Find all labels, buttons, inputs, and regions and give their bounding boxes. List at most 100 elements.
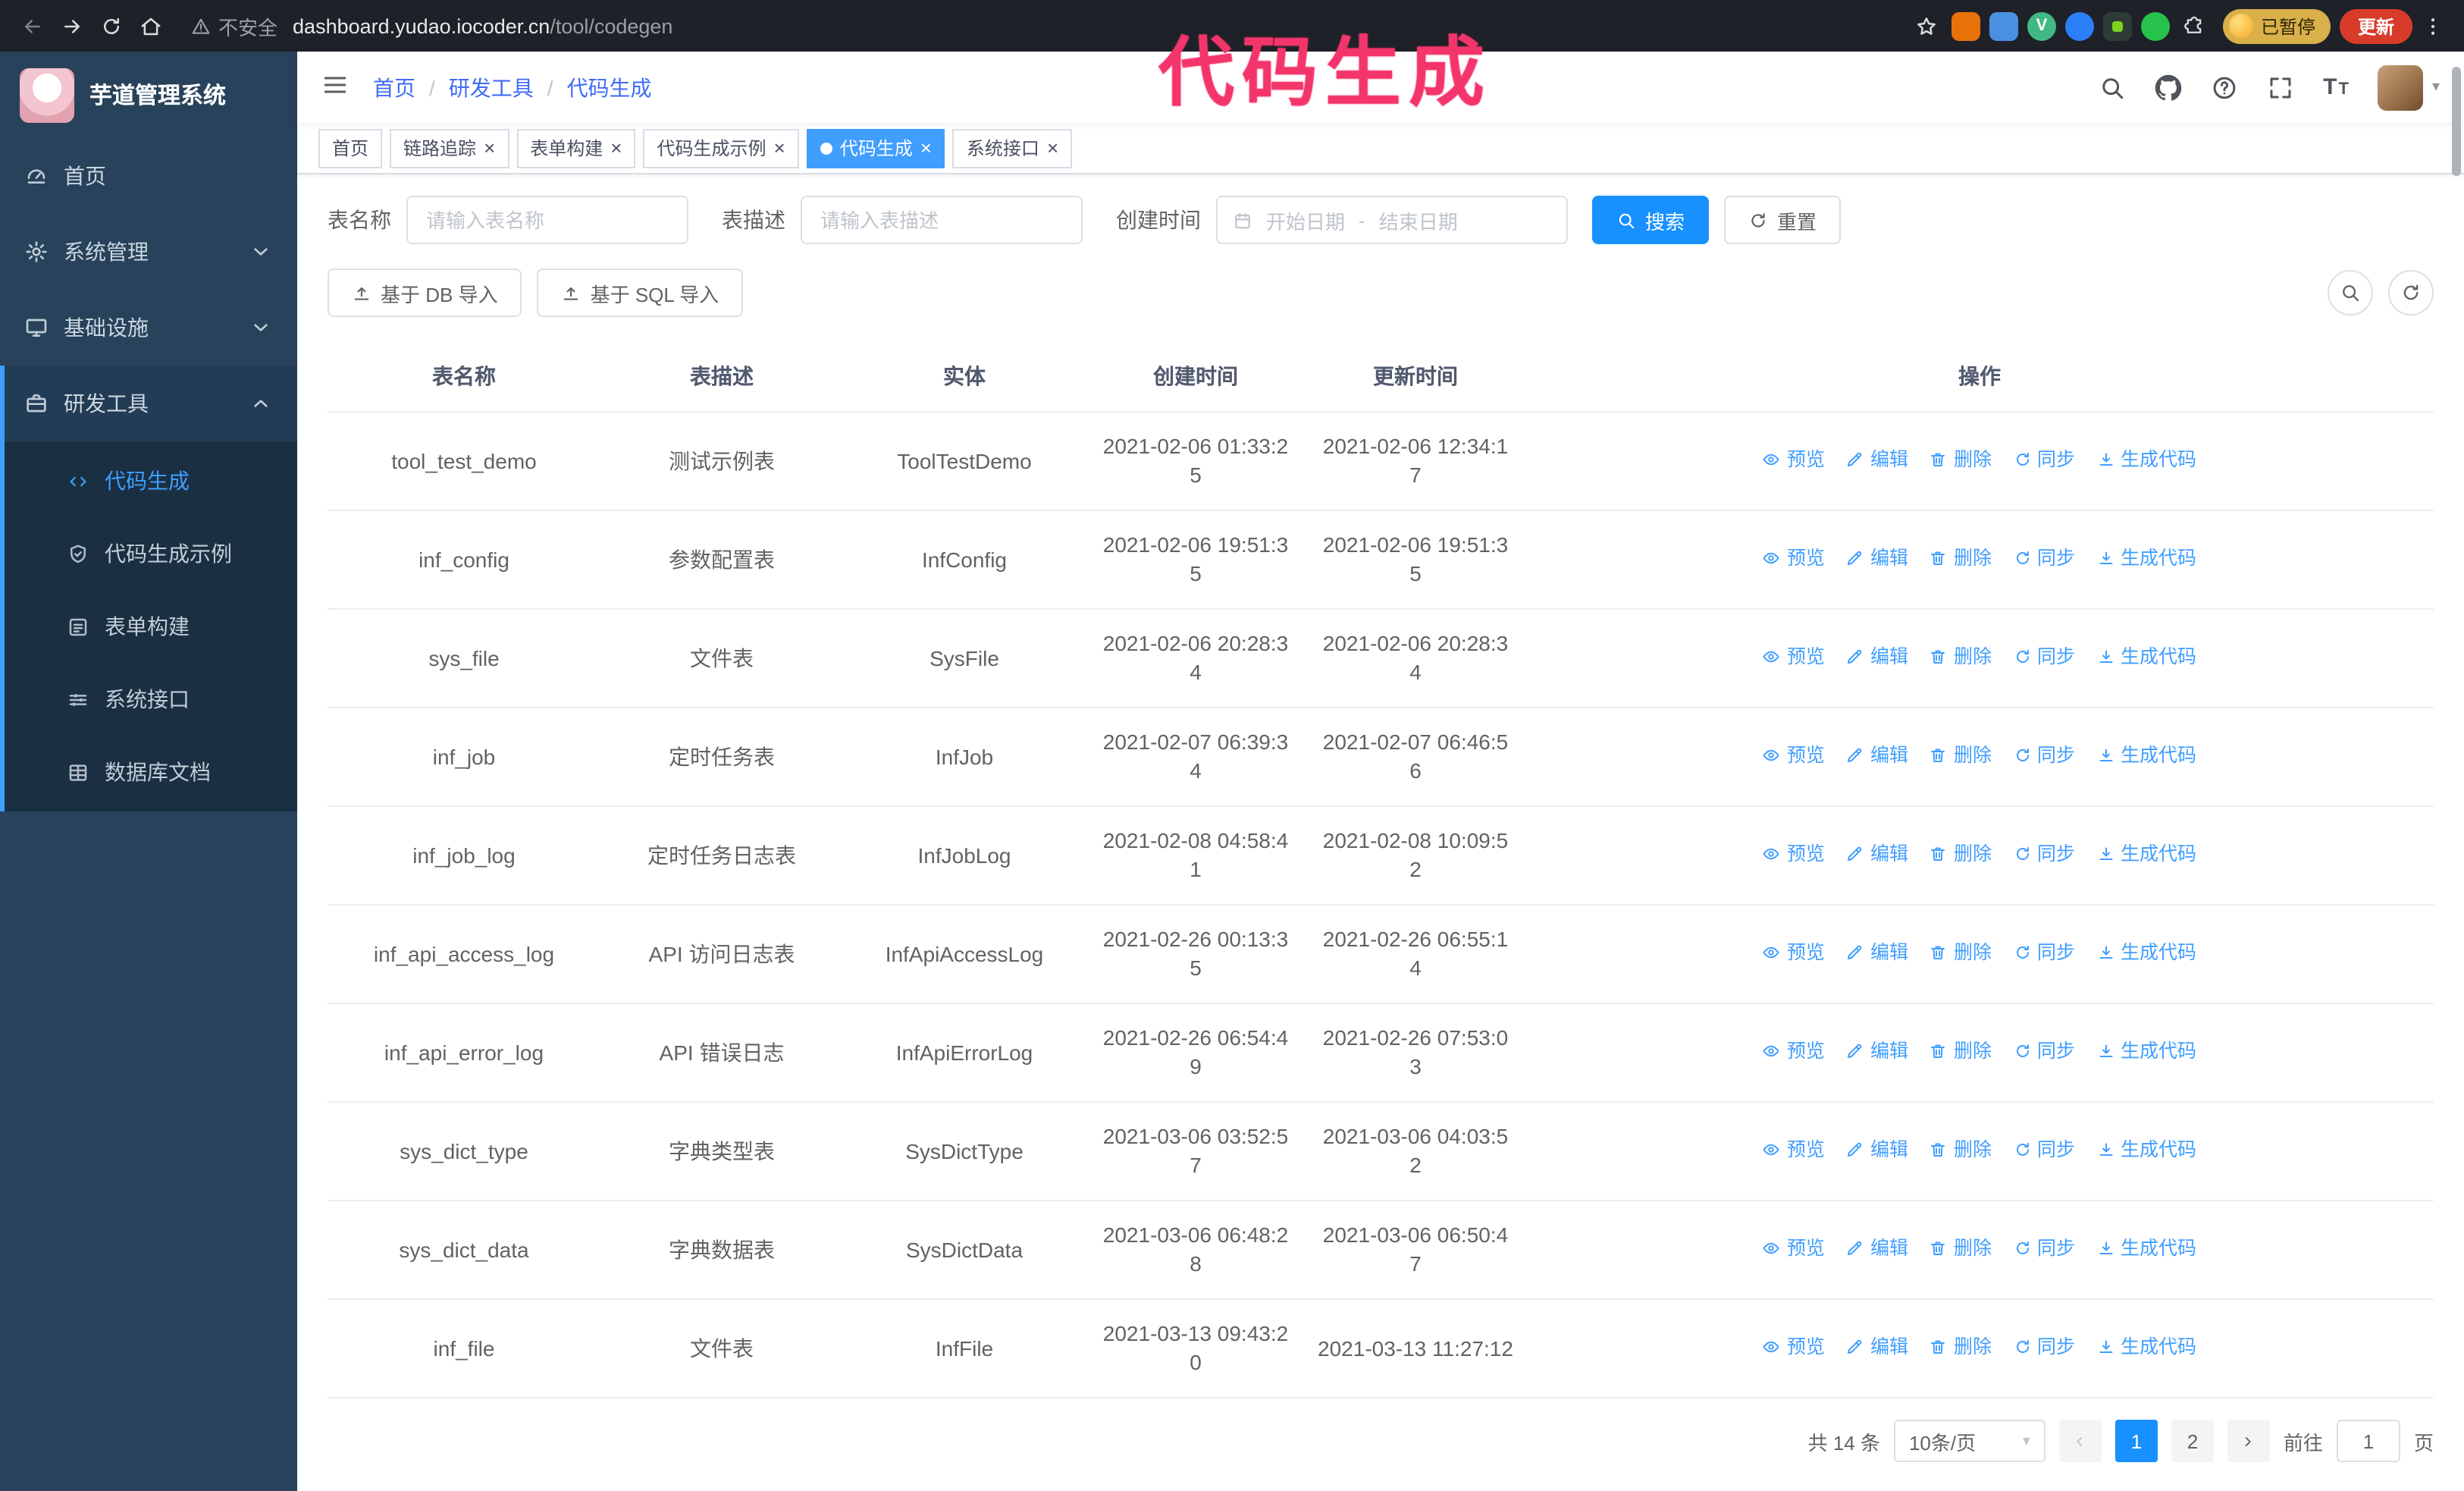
- sync-link[interactable]: 同步: [2013, 643, 2075, 672]
- edit-link[interactable]: 编辑: [1846, 643, 1908, 672]
- breadcrumb-devtools[interactable]: 研发工具: [449, 72, 534, 102]
- extension-icon-5[interactable]: [2102, 11, 2132, 40]
- import-db-button[interactable]: 基于 DB 导入: [328, 268, 522, 317]
- edit-link[interactable]: 编辑: [1846, 1235, 1908, 1263]
- browser-forward-button[interactable]: [52, 6, 91, 46]
- edit-link[interactable]: 编辑: [1846, 1333, 1908, 1362]
- sync-link[interactable]: 同步: [2013, 446, 2075, 475]
- sidebar-subitem-form-builder[interactable]: 表单构建: [5, 590, 297, 663]
- sidebar-item-system-management[interactable]: 系统管理: [0, 214, 297, 290]
- app-logo-row[interactable]: 芋道管理系统: [0, 52, 297, 138]
- generate-code-link[interactable]: 生成代码: [2096, 840, 2196, 869]
- close-icon[interactable]: ×: [1047, 138, 1058, 158]
- close-icon[interactable]: ×: [484, 138, 495, 158]
- delete-link[interactable]: 删除: [1930, 1333, 1992, 1362]
- preview-link[interactable]: 预览: [1763, 939, 1825, 968]
- vue-devtools-extension-icon[interactable]: V: [2027, 11, 2056, 40]
- search-button[interactable]: 搜索: [1592, 196, 1710, 244]
- font-size-icon[interactable]: TT: [2323, 74, 2349, 100]
- sync-link[interactable]: 同步: [2013, 1136, 2075, 1165]
- sync-link[interactable]: 同步: [2013, 840, 2075, 869]
- preview-link[interactable]: 预览: [1763, 1037, 1825, 1066]
- page-button-2[interactable]: 2: [2171, 1420, 2214, 1462]
- view-tab[interactable]: 系统接口 ×: [952, 128, 1073, 168]
- sync-link[interactable]: 同步: [2013, 1333, 2075, 1362]
- edit-link[interactable]: 编辑: [1846, 742, 1908, 771]
- delete-link[interactable]: 删除: [1930, 840, 1992, 869]
- sidebar-item-infrastructure[interactable]: 基础设施: [0, 290, 297, 366]
- page-size-select[interactable]: 10条/页 ▾: [1893, 1420, 2045, 1462]
- browser-update-button[interactable]: 更新: [2339, 8, 2412, 43]
- edit-link[interactable]: 编辑: [1846, 1136, 1908, 1165]
- sync-link[interactable]: 同步: [2013, 545, 2075, 573]
- extension-icon-4[interactable]: [2064, 11, 2094, 40]
- edit-link[interactable]: 编辑: [1846, 545, 1908, 573]
- browser-menu-button[interactable]: [2412, 6, 2452, 46]
- preview-link[interactable]: 预览: [1763, 643, 1825, 672]
- sync-link[interactable]: 同步: [2013, 1037, 2075, 1066]
- close-icon[interactable]: ×: [920, 138, 932, 158]
- delete-link[interactable]: 删除: [1930, 1235, 1992, 1263]
- fullscreen-icon[interactable]: [2267, 74, 2294, 101]
- generate-code-link[interactable]: 生成代码: [2096, 1037, 2196, 1066]
- edit-link[interactable]: 编辑: [1846, 446, 1908, 475]
- delete-link[interactable]: 删除: [1930, 1037, 1992, 1066]
- prev-page-button[interactable]: [2058, 1420, 2102, 1462]
- table-desc-input[interactable]: [801, 196, 1083, 244]
- generate-code-link[interactable]: 生成代码: [2096, 1333, 2196, 1362]
- sidebar-subitem-db-doc[interactable]: 数据库文档: [5, 736, 297, 808]
- help-icon[interactable]: [2211, 74, 2238, 101]
- delete-link[interactable]: 删除: [1930, 446, 1992, 475]
- user-avatar-menu[interactable]: ▾: [2377, 64, 2440, 110]
- extension-icon-6[interactable]: [2140, 11, 2170, 40]
- close-icon[interactable]: ×: [610, 138, 622, 158]
- sidebar-item-home[interactable]: 首页: [0, 138, 297, 214]
- preview-link[interactable]: 预览: [1763, 1235, 1825, 1263]
- scrollbar-thumb[interactable]: [2452, 67, 2461, 176]
- edit-link[interactable]: 编辑: [1846, 1037, 1908, 1066]
- generate-code-link[interactable]: 生成代码: [2096, 545, 2196, 573]
- generate-code-link[interactable]: 生成代码: [2096, 939, 2196, 968]
- preview-link[interactable]: 预览: [1763, 545, 1825, 573]
- site-security-chip[interactable]: 不安全: [191, 11, 277, 40]
- preview-link[interactable]: 预览: [1763, 840, 1825, 869]
- goto-page-input[interactable]: [2336, 1420, 2400, 1462]
- breadcrumb-current[interactable]: 代码生成: [567, 72, 652, 102]
- view-tab[interactable]: 链路追踪 ×: [390, 128, 509, 168]
- preview-link[interactable]: 预览: [1763, 446, 1825, 475]
- bookmark-star-icon[interactable]: [1908, 6, 1947, 46]
- search-icon[interactable]: [2099, 74, 2126, 101]
- delete-link[interactable]: 删除: [1930, 742, 1992, 771]
- refresh-table-button[interactable]: [2388, 270, 2434, 315]
- extension-icon-1[interactable]: [1951, 11, 1980, 40]
- delete-link[interactable]: 删除: [1930, 1136, 1992, 1165]
- edit-link[interactable]: 编辑: [1846, 840, 1908, 869]
- view-tab[interactable]: 代码生成 ×: [806, 128, 945, 168]
- import-sql-button[interactable]: 基于 SQL 导入: [537, 268, 744, 317]
- reset-button[interactable]: 重置: [1724, 196, 1842, 244]
- sidebar-item-devtools[interactable]: 研发工具: [5, 366, 297, 441]
- date-range-picker[interactable]: 开始日期 - 结束日期: [1216, 196, 1568, 244]
- preview-link[interactable]: 预览: [1763, 1333, 1825, 1362]
- view-tab[interactable]: 表单构建 ×: [516, 128, 636, 168]
- next-page-button[interactable]: [2227, 1420, 2270, 1462]
- toggle-search-button[interactable]: [2328, 270, 2373, 315]
- generate-code-link[interactable]: 生成代码: [2096, 742, 2196, 771]
- close-icon[interactable]: ×: [774, 138, 785, 158]
- generate-code-link[interactable]: 生成代码: [2096, 1136, 2196, 1165]
- preview-link[interactable]: 预览: [1763, 742, 1825, 771]
- delete-link[interactable]: 删除: [1930, 643, 1992, 672]
- generate-code-link[interactable]: 生成代码: [2096, 643, 2196, 672]
- github-icon[interactable]: [2155, 74, 2182, 101]
- table-name-input[interactable]: [406, 196, 688, 244]
- extensions-puzzle-icon[interactable]: [2174, 6, 2214, 46]
- address-bar[interactable]: dashboard.yudao.iocoder.cn/tool/codegen: [293, 14, 672, 37]
- browser-back-button[interactable]: [12, 6, 52, 46]
- browser-reload-button[interactable]: [91, 6, 130, 46]
- profile-sync-paused-chip[interactable]: 已暂停: [2222, 8, 2331, 43]
- view-tab[interactable]: 代码生成示例 ×: [643, 128, 799, 168]
- hamburger-icon[interactable]: [321, 71, 349, 103]
- generate-code-link[interactable]: 生成代码: [2096, 1235, 2196, 1263]
- delete-link[interactable]: 删除: [1930, 545, 1992, 573]
- view-tab[interactable]: 首页: [318, 128, 383, 168]
